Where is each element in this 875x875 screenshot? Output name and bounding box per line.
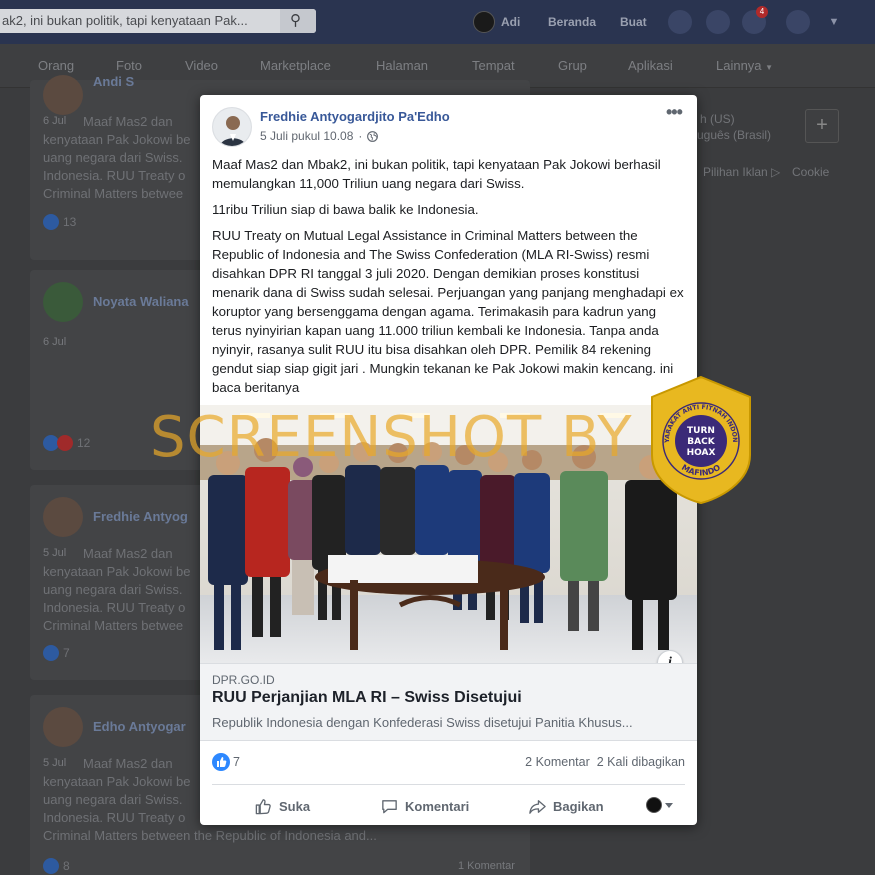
home-label: Beranda (548, 15, 597, 29)
more-options-icon[interactable]: ••• (666, 103, 683, 121)
notification-badge: 4 (756, 6, 768, 18)
result-author[interactable]: Fredhie Antyog (93, 509, 188, 524)
profile-link[interactable]: Adi (473, 10, 520, 34)
nav-places[interactable]: Tempat (472, 58, 515, 73)
caret-down-icon (665, 802, 673, 808)
messenger-icon[interactable] (706, 10, 730, 34)
globe-icon[interactable] (367, 130, 379, 142)
like-label: Suka (279, 798, 311, 814)
thumbs-up-icon (217, 757, 227, 767)
reaction-count: 7 (63, 646, 70, 660)
divider (212, 784, 685, 785)
post-paragraph: Maaf Mas2 dan Mbak2, ini bukan politik, … (212, 157, 661, 191)
ad-choices-label: Pilihan Iklan (703, 165, 768, 179)
nav-more-label: Lainnya (716, 58, 762, 73)
search-input[interactable]: ak2, ini bukan politik, tapi kenyataan P… (0, 9, 316, 33)
result-author[interactable]: Edho Antyogar (93, 719, 186, 734)
link-description: Republik Indonesia dengan Konfederasi Sw… (212, 715, 633, 730)
caret-down-icon: ▼ (765, 63, 774, 72)
like-button[interactable]: Suka (254, 795, 310, 817)
comment-count[interactable]: 2 Komentar (525, 755, 590, 769)
post-paragraph: RUU Treaty on Mutual Legal Assistance in… (212, 228, 684, 395)
like-icon (43, 214, 59, 230)
menu-caret-icon[interactable]: ▼ (822, 10, 846, 34)
result-date: 6 Jul (43, 336, 67, 348)
share-count[interactable]: 2 Kali dibagikan (597, 755, 685, 769)
result-reactions: 13 (43, 214, 76, 230)
reaction-count: 13 (63, 215, 77, 229)
author-photo (213, 108, 251, 146)
share-icon (529, 799, 546, 814)
create-label: Buat (620, 15, 647, 29)
top-bar: ak2, ini bukan politik, tapi kenyataan P… (0, 0, 875, 44)
result-author[interactable]: Andi S (93, 74, 134, 89)
share-button[interactable]: Bagikan (528, 795, 604, 817)
friends-icon[interactable] (668, 10, 692, 34)
avatar (43, 282, 83, 322)
search-icon: ⚲ (290, 12, 301, 29)
like-reaction-icon[interactable] (212, 753, 230, 771)
author-avatar[interactable] (212, 107, 252, 147)
like-icon (43, 645, 59, 661)
search-button[interactable]: ⚲ (280, 9, 316, 33)
nav-apps[interactable]: Aplikasi (628, 58, 673, 73)
cookie-link[interactable]: Cookie (792, 165, 829, 179)
language-option[interactable]: h (US) (700, 112, 735, 126)
result-reactions: 12 (43, 435, 90, 451)
svg-text:BACK: BACK (687, 437, 715, 447)
post-timestamp[interactable]: 5 Juli pukul 10.08 (260, 129, 353, 143)
comment-icon (382, 799, 397, 813)
home-link[interactable]: Beranda (548, 10, 596, 34)
svg-text:HOAX: HOAX (687, 448, 716, 458)
nav-photos[interactable]: Foto (116, 58, 142, 73)
nav-more[interactable]: Lainnya ▼ (716, 58, 773, 73)
mafindo-seal-logo: MASYARAKAT ANTI FITNAH INDONESIA MAFINDO… (648, 375, 751, 505)
comments-shares: 2 Komentar 2 Kali dibagikan (525, 755, 685, 769)
thumbs-up-icon (255, 798, 271, 814)
reaction-count: 12 (77, 436, 91, 450)
love-icon (57, 435, 73, 451)
avatar (43, 75, 83, 115)
post-author-name[interactable]: Fredhie Antyogardjito Pa'Edho (260, 109, 450, 124)
help-icon[interactable] (786, 10, 810, 34)
watermark-text: SCREENSHOT BY (150, 405, 633, 470)
result-author[interactable]: Noyata Waliana (93, 294, 189, 309)
avatar (43, 497, 83, 537)
comment-button[interactable]: Komentari (380, 795, 469, 817)
post-meta: 5 Juli pukul 10.08 · (260, 129, 379, 143)
reaction-count: 8 (63, 859, 70, 873)
post-text: Maaf Mas2 dan Mbak2, ini bukan politik, … (212, 155, 687, 404)
comment-label: Komentari (405, 798, 470, 814)
share-label: Bagikan (553, 798, 604, 814)
nav-people[interactable]: Orang (38, 58, 74, 73)
comment-count: 1 Komentar (458, 860, 515, 872)
like-icon (43, 858, 59, 874)
link-title[interactable]: RUU Perjanjian MLA RI – Swiss Disetujui (212, 689, 522, 707)
post-paragraph: 11ribu Triliun siap di bawa balik ke Ind… (212, 202, 479, 217)
create-link[interactable]: Buat (620, 10, 647, 34)
link-domain: DPR.GO.ID (212, 673, 275, 687)
link-preview[interactable]: DPR.GO.ID RUU Perjanjian MLA RI – Swiss … (200, 663, 697, 741)
user-name: Adi (501, 15, 521, 29)
add-language-button[interactable]: + (805, 109, 839, 143)
result-reactions: 7 (43, 645, 70, 661)
nav-pages[interactable]: Halaman (376, 58, 428, 73)
svg-text:TURN: TURN (687, 426, 715, 436)
avatar (43, 707, 83, 747)
separator-dot: · (358, 129, 363, 143)
language-option[interactable]: uguês (Brasil) (697, 128, 771, 142)
avatar (473, 11, 495, 33)
result-reactions: 8 (43, 858, 70, 874)
nav-marketplace[interactable]: Marketplace (260, 58, 331, 73)
post-stats: 7 2 Komentar 2 Kali dibagikan (212, 751, 685, 773)
post-as-selector[interactable] (646, 797, 673, 813)
nav-videos[interactable]: Video (185, 58, 218, 73)
like-count[interactable]: 7 (233, 755, 240, 769)
ad-choices-link[interactable]: Pilihan Iklan ▷ (703, 165, 780, 179)
nav-groups[interactable]: Grup (558, 58, 587, 73)
avatar (646, 797, 662, 813)
